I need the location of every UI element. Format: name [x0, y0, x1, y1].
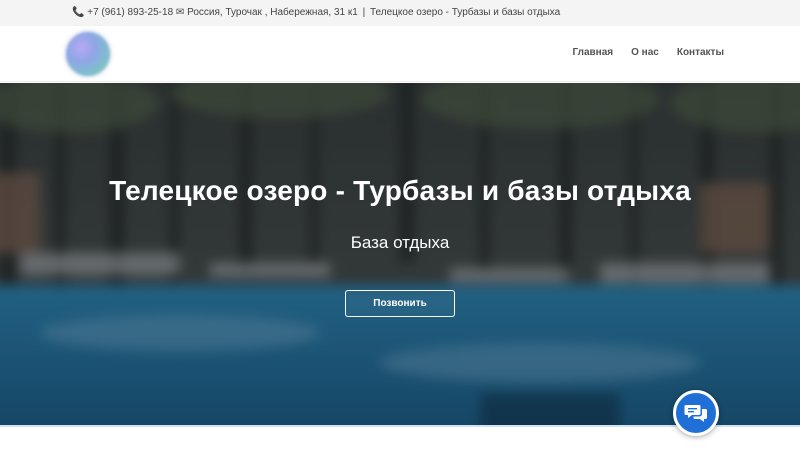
site-logo[interactable]	[66, 32, 110, 76]
nav-home[interactable]: Главная	[572, 47, 613, 58]
hero-section: Телецкое озеро - Турбазы и базы отдыха Б…	[0, 83, 800, 425]
site-name: Телецкое озеро - Турбазы и базы отдыха	[370, 7, 561, 18]
contact-line: 📞 +7 (961) 893-25-18 ✉ Россия, Турочак ,…	[72, 7, 560, 18]
top-info-bar: 📞 +7 (961) 893-25-18 ✉ Россия, Турочак ,…	[0, 0, 800, 26]
address: Россия, Турочак , Набережная, 31 к1	[187, 7, 358, 18]
phone-number[interactable]: +7 (961) 893-25-18	[87, 7, 173, 18]
nav-about[interactable]: О нас	[631, 47, 659, 58]
main-nav: Главная О нас Контакты	[572, 47, 724, 58]
hero-overlay	[0, 83, 800, 425]
call-button[interactable]: Позвонить	[345, 290, 455, 317]
chat-bubbles-icon	[684, 405, 707, 422]
hero-subtitle: База отдыха	[350, 233, 450, 252]
phone-icon: 📞	[72, 7, 85, 18]
main-navbar: Главная О нас Контакты	[0, 26, 800, 82]
hero-title: Телецкое озеро - Турбазы и базы отдыха	[109, 175, 691, 206]
nav-contacts[interactable]: Контакты	[677, 47, 724, 58]
envelope-icon: ✉	[175, 7, 185, 18]
separator: |	[362, 7, 366, 18]
chat-widget-button[interactable]	[673, 390, 719, 436]
